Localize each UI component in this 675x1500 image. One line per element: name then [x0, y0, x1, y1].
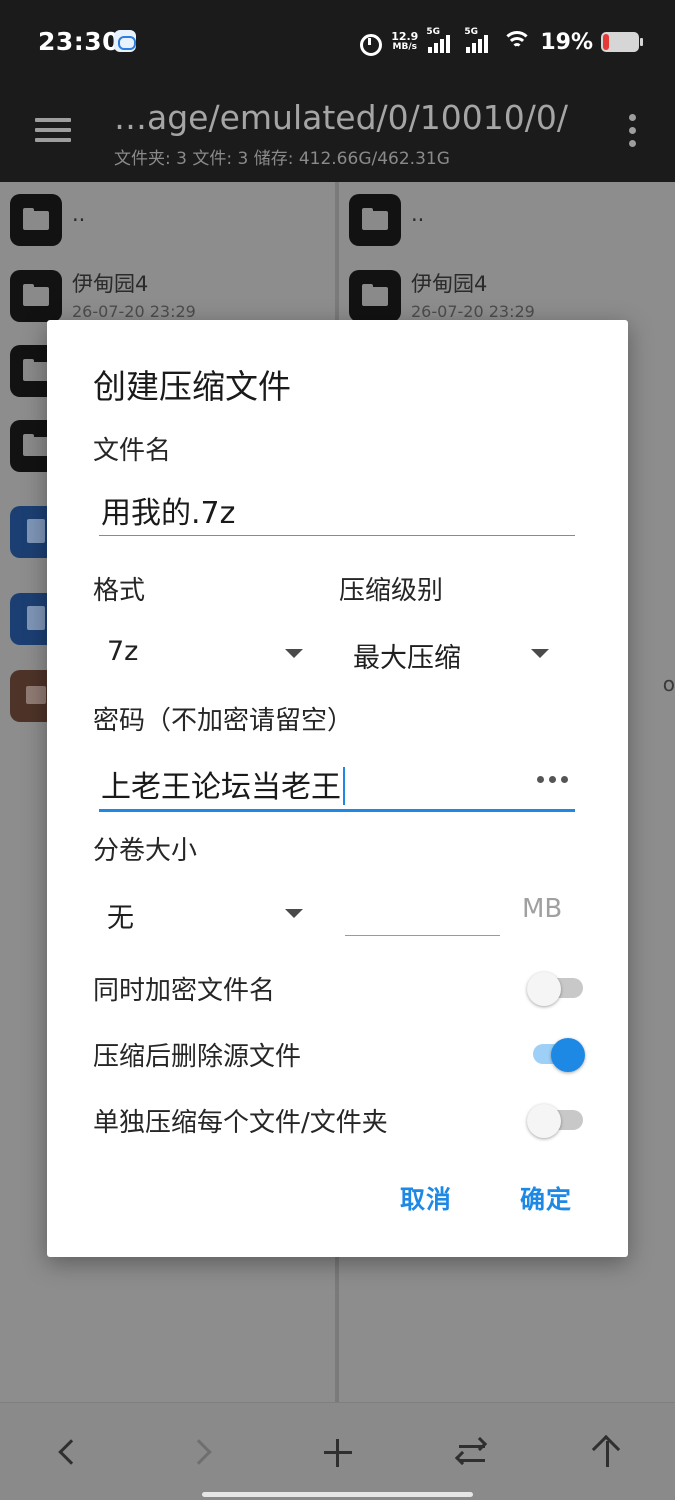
volume-size-input[interactable] — [345, 880, 500, 936]
cloud-app-icon — [114, 30, 136, 52]
folder-icon — [10, 194, 62, 246]
truncated-text: o — [662, 672, 675, 696]
delete-source-row[interactable]: 压缩后删除源文件 — [93, 1028, 585, 1078]
delete-source-switch[interactable] — [527, 1038, 585, 1072]
more-options-icon[interactable] — [629, 114, 637, 148]
password-input[interactable]: 上老王论坛当老王 — [99, 758, 575, 812]
separate-archives-switch[interactable] — [527, 1104, 583, 1138]
app-toolbar: …age/emulated/0/10010/0/ 文件夹: 3 文件: 3 储存… — [0, 84, 675, 182]
signal-icon-sim1: 5G — [426, 27, 456, 55]
confirm-button[interactable]: 确定 — [520, 1180, 572, 1216]
status-bar: 23:30 12.9 MB/s 5G 5G 19% — [0, 0, 675, 84]
add-button[interactable] — [310, 1425, 366, 1481]
alarm-icon — [357, 29, 383, 56]
status-icons: 12.9 MB/s 5G 5G 19% — [357, 26, 643, 58]
dropdown-arrow-icon — [285, 649, 303, 658]
volume-unit: MB — [522, 894, 563, 924]
back-button[interactable] — [40, 1425, 96, 1481]
compression-level-select[interactable]: 最大压缩 — [339, 632, 549, 676]
dropdown-arrow-icon — [531, 649, 549, 658]
menu-icon[interactable] — [35, 116, 71, 144]
bottom-nav-bar — [0, 1402, 675, 1500]
format-label: 格式 — [93, 576, 146, 606]
chevron-right-icon — [186, 1439, 212, 1465]
compression-level-label: 压缩级别 — [339, 576, 444, 606]
encrypt-filenames-row[interactable]: 同时加密文件名 — [93, 962, 583, 1012]
home-indicator[interactable] — [202, 1492, 473, 1497]
encrypt-filenames-switch[interactable] — [527, 972, 583, 1006]
filename-label: 文件名 — [93, 436, 172, 466]
clock: 23:30 — [38, 27, 121, 56]
parent-dir-button[interactable] — [580, 1425, 636, 1481]
dialog-title: 创建压缩文件 — [93, 367, 291, 406]
filename-input[interactable]: 用我的.7z — [99, 484, 575, 536]
net-speed: 12.9 MB/s — [391, 30, 419, 52]
swap-panes-button[interactable] — [445, 1425, 501, 1481]
signal-icon-sim2: 5G — [464, 27, 494, 55]
wifi-icon — [502, 29, 533, 55]
battery-percent: 19% — [540, 29, 593, 55]
battery-icon — [601, 32, 643, 52]
toggle-password-visibility-icon[interactable] — [537, 776, 569, 784]
forward-button[interactable] — [176, 1425, 232, 1481]
volume-size-select[interactable]: 无 — [93, 892, 303, 936]
folder-icon — [349, 270, 401, 322]
text-caret — [343, 766, 345, 805]
cancel-button[interactable]: 取消 — [400, 1180, 452, 1216]
format-select[interactable]: 7z — [93, 632, 303, 676]
password-label: 密码（不加密请留空） — [93, 706, 354, 736]
list-item-parent[interactable]: .. — [339, 182, 675, 258]
list-item-parent[interactable]: .. — [0, 182, 335, 258]
create-archive-dialog: 创建压缩文件 文件名 用我的.7z 格式 压缩级别 7z 最大压缩 密码（不加密… — [47, 320, 628, 1257]
dropdown-arrow-icon — [285, 909, 303, 918]
volume-size-label: 分卷大小 — [93, 836, 198, 866]
folder-icon — [349, 194, 401, 246]
separate-archives-row[interactable]: 单独压缩每个文件/文件夹 — [93, 1094, 583, 1144]
current-path[interactable]: …age/emulated/0/10010/0/ — [114, 98, 568, 137]
folder-icon — [10, 270, 62, 322]
chevron-left-icon — [58, 1439, 84, 1465]
storage-info: 文件夹: 3 文件: 3 储存: 412.66G/462.31G — [114, 149, 450, 169]
